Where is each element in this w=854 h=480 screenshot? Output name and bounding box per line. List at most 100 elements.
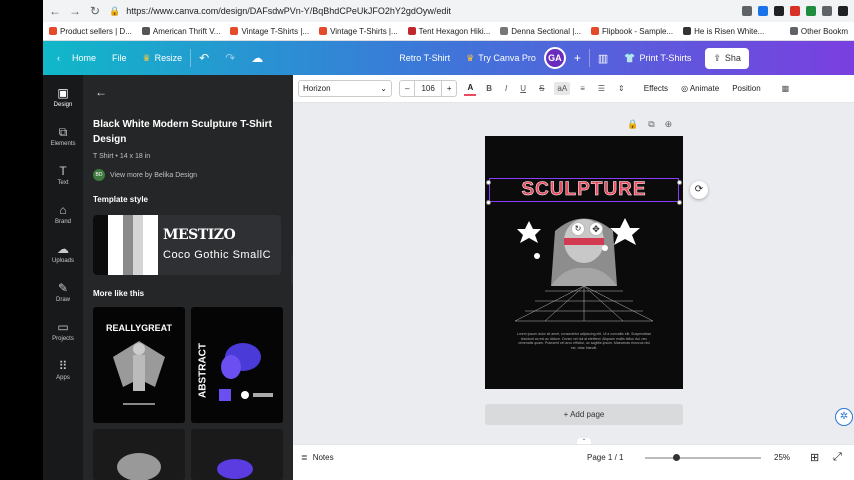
rail-item-draw[interactable]: ✎ Draw [43,278,83,307]
template-thumbnail[interactable] [93,429,185,480]
resize-button[interactable]: ♛ Resize [135,41,191,75]
text-toolbar: Horizon ⌄ – 106 + A B I U S aA ≡ ☰ ⇕ Eff… [293,75,854,103]
animate-button[interactable]: ◎ Animate [678,82,722,95]
zoom-slider[interactable] [645,454,761,461]
rotate-handle[interactable]: ↻ [571,222,585,236]
rail-item-brand[interactable]: ⌂ Brand [43,200,83,229]
template-style-card[interactable]: MESTIZO Coco Gothic SmallC [93,215,281,275]
effects-button[interactable]: Effects [641,82,671,95]
reload-icon[interactable]: ↻ [89,4,101,18]
position-button[interactable]: Position [729,82,763,95]
template-thumbnail[interactable]: REALLYGREAT [93,307,185,423]
draw-icon: ✎ [57,281,69,295]
zoom-level[interactable]: 25% [774,453,790,462]
animate-icon: ◎ [681,84,689,93]
text-color-icon[interactable]: A [464,81,477,96]
rail-item-uploads[interactable]: ☁ Uploads [43,239,83,268]
resize-handle[interactable] [486,180,491,185]
bookmark-item[interactable]: Product sellers | D... [49,27,132,36]
bookmark-item[interactable]: Vintage T-Shirts |... [230,27,309,36]
rail-item-text[interactable]: T Text [43,161,83,190]
apps-icon: ⠿ [58,359,68,373]
spacing-icon[interactable]: ⇕ [615,82,628,95]
sculpture-image [117,453,161,480]
share-icon[interactable] [742,6,752,16]
back-arrow-icon[interactable]: ← [95,85,107,99]
menu-icon[interactable] [838,6,848,16]
decrease-size-button[interactable]: – [400,84,414,93]
template-thumbnail[interactable] [191,429,283,480]
extension-icon[interactable] [774,6,784,16]
try-pro-button[interactable]: ♛ Try Canva Pro [458,41,544,75]
print-button[interactable]: 👕 Print T-Shirts [616,41,699,75]
redo-icon[interactable]: ↷ [217,41,243,75]
strikethrough-icon[interactable]: S [536,82,547,95]
underline-icon[interactable]: U [517,82,529,95]
bookmark-item[interactable]: American Thrift V... [141,27,220,36]
help-button[interactable]: ✲ [835,408,853,426]
rail-item-design[interactable]: ▣ Design [43,83,83,112]
italic-icon[interactable]: I [502,82,510,95]
color-swatch [133,215,143,275]
list-icon[interactable]: ☰ [595,82,608,95]
font-dropdown[interactable]: Horizon ⌄ [298,80,392,97]
bookmark-item[interactable]: Vintage T-Shirts |... [319,27,398,36]
side-rail: ▣ Design ⧉ Elements T Text ⌂ Brand ☁ Uploads … [43,75,83,480]
share-button[interactable]: ⇪ Sha [705,47,749,69]
text-icon: T [59,164,67,178]
color-swatch [143,215,158,275]
fullscreen-icon[interactable]: ⤢ [833,451,842,464]
analytics-icon[interactable]: ▥ [590,41,616,75]
duplicate-page-icon[interactable]: ⧉ [648,119,654,130]
add-page-icon[interactable]: ⊕ [665,119,673,130]
forward-arrow-icon[interactable]: → [69,4,81,18]
page-indicator[interactable]: Page 1 / 1 [587,453,623,462]
notes-button[interactable]: ≣ Notes [301,453,334,462]
rail-item-elements[interactable]: ⧉ Elements [43,122,83,151]
font-size-value[interactable]: 106 [414,81,442,96]
rail-item-apps[interactable]: ⠿ Apps [43,356,83,385]
puzzle-icon[interactable] [822,6,832,16]
extension-icon[interactable] [758,6,768,16]
selection-box [489,178,679,202]
editor-footer: ≣ Notes Page 1 / 1 25% ⊞ ⤢ [293,444,854,470]
cloud-save-icon[interactable]: ☁ [243,41,271,75]
body-text[interactable]: Lorem ipsum dolor sit amet, consectetur … [515,332,653,350]
resize-handle[interactable] [677,180,682,185]
avatar[interactable]: GA [543,47,566,69]
file-menu[interactable]: File [104,41,135,75]
extension-icon[interactable] [790,6,800,16]
resize-handle[interactable] [486,200,491,205]
increase-size-button[interactable]: + [442,84,457,93]
lock-icon[interactable]: 🔒 [627,119,638,130]
crown-icon: ♛ [466,52,475,63]
rail-item-projects[interactable]: ▭ Projects [43,317,83,346]
transparency-icon[interactable]: ▩ [779,82,793,95]
regenerate-icon[interactable]: ⟳ [690,181,708,199]
extension-icon[interactable] [806,6,816,16]
bold-icon[interactable]: B [483,82,495,95]
template-thumbnail[interactable]: ABSTRACT [191,307,283,423]
undo-icon[interactable]: ↶ [191,41,217,75]
bookmark-item[interactable]: Tent Hexagon Hiki... [407,27,490,36]
elements-icon: ⧉ [58,125,68,139]
bookmark-item[interactable]: Denna Sectional |... [500,27,581,36]
design-page[interactable]: SCULPTURE Lorem ipsum dolor sit amet, co… [485,136,683,389]
home-button[interactable]: ‹ Home [43,41,104,75]
grid-view-icon[interactable]: ⊞ [810,451,819,464]
bookmark-item[interactable]: Flipbook - Sample... [590,27,673,36]
font-size-stepper[interactable]: – 106 + [399,80,458,97]
back-arrow-icon[interactable]: ← [49,4,61,18]
align-center-icon[interactable]: ≡ [577,82,588,95]
letter-case-icon[interactable]: aA [554,82,571,95]
resize-handle[interactable] [677,200,682,205]
address-bar[interactable]: 🔒 https://www.canva.com/design/DAFsdwPVn… [109,3,734,19]
other-bookmarks[interactable]: Other Bookm [789,27,848,36]
move-handle[interactable]: ✥ [589,222,603,236]
add-collaborator-icon[interactable]: + [566,41,589,75]
zoom-slider-knob[interactable] [673,454,680,461]
add-page-button[interactable]: + Add page [485,404,683,425]
bookmark-item[interactable]: He is Risen White... [683,27,764,36]
author-link[interactable]: BD View more by Belika Design [93,169,197,181]
design-title[interactable]: Retro T-Shirt [391,41,458,75]
